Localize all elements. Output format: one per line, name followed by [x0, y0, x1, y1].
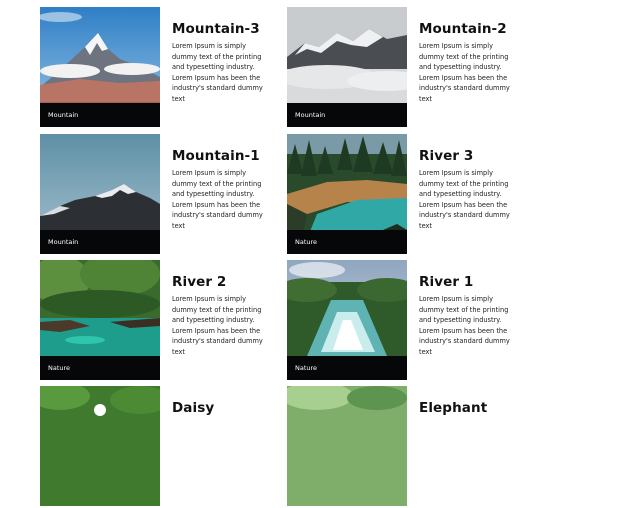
card-image[interactable]: Mountain	[287, 7, 407, 127]
card-title[interactable]: Mountain-2	[419, 20, 517, 38]
card-description: Lorem Ipsum is simply dummy text of the …	[419, 295, 510, 356]
card-title[interactable]: River 2	[172, 273, 270, 291]
gallery-card[interactable]: Nature River 1 Lorem Ipsum is simply dum…	[287, 260, 517, 382]
card-image[interactable]	[40, 386, 160, 506]
card-title[interactable]: Mountain-1	[172, 147, 270, 165]
card-image[interactable]	[287, 386, 407, 506]
category-label: Nature	[40, 356, 160, 380]
card-image[interactable]: Nature	[287, 260, 407, 380]
category-label: Mountain	[40, 103, 160, 127]
card-image[interactable]: Mountain	[40, 134, 160, 254]
card-image[interactable]: Mountain	[40, 7, 160, 127]
gallery-card[interactable]: Mountain Mountain-2 Lorem Ipsum is simpl…	[287, 7, 517, 129]
category-label: Mountain	[287, 103, 407, 127]
card-title[interactable]: Daisy	[172, 399, 270, 417]
gallery-card[interactable]: Nature River 2 Lorem Ipsum is simply dum…	[40, 260, 270, 382]
card-description: Lorem Ipsum is simply dummy text of the …	[172, 169, 263, 230]
card-title[interactable]: Mountain-3	[172, 20, 270, 38]
gallery-card[interactable]: Elephant	[287, 386, 517, 508]
card-title[interactable]: Elephant	[419, 399, 517, 417]
gallery-card[interactable]: Nature River 3 Lorem Ipsum is simply dum…	[287, 134, 517, 256]
card-image[interactable]: Nature	[287, 134, 407, 254]
card-image[interactable]: Nature	[40, 260, 160, 380]
daisy-photo	[40, 386, 160, 506]
card-description: Lorem Ipsum is simply dummy text of the …	[172, 42, 263, 103]
gallery-card[interactable]: Mountain Mountain-1 Lorem Ipsum is simpl…	[40, 134, 270, 256]
elephant-photo	[287, 386, 407, 506]
category-label: Mountain	[40, 230, 160, 254]
card-description: Lorem Ipsum is simply dummy text of the …	[419, 42, 510, 103]
gallery-card[interactable]: Mountain Mountain-3 Lorem Ipsum is simpl…	[40, 7, 270, 129]
category-label: Nature	[287, 356, 407, 380]
category-label: Nature	[287, 230, 407, 254]
card-title[interactable]: River 1	[419, 273, 517, 291]
card-title[interactable]: River 3	[419, 147, 517, 165]
card-description: Lorem Ipsum is simply dummy text of the …	[419, 169, 510, 230]
card-description: Lorem Ipsum is simply dummy text of the …	[172, 295, 263, 356]
gallery-card[interactable]: Daisy	[40, 386, 270, 508]
